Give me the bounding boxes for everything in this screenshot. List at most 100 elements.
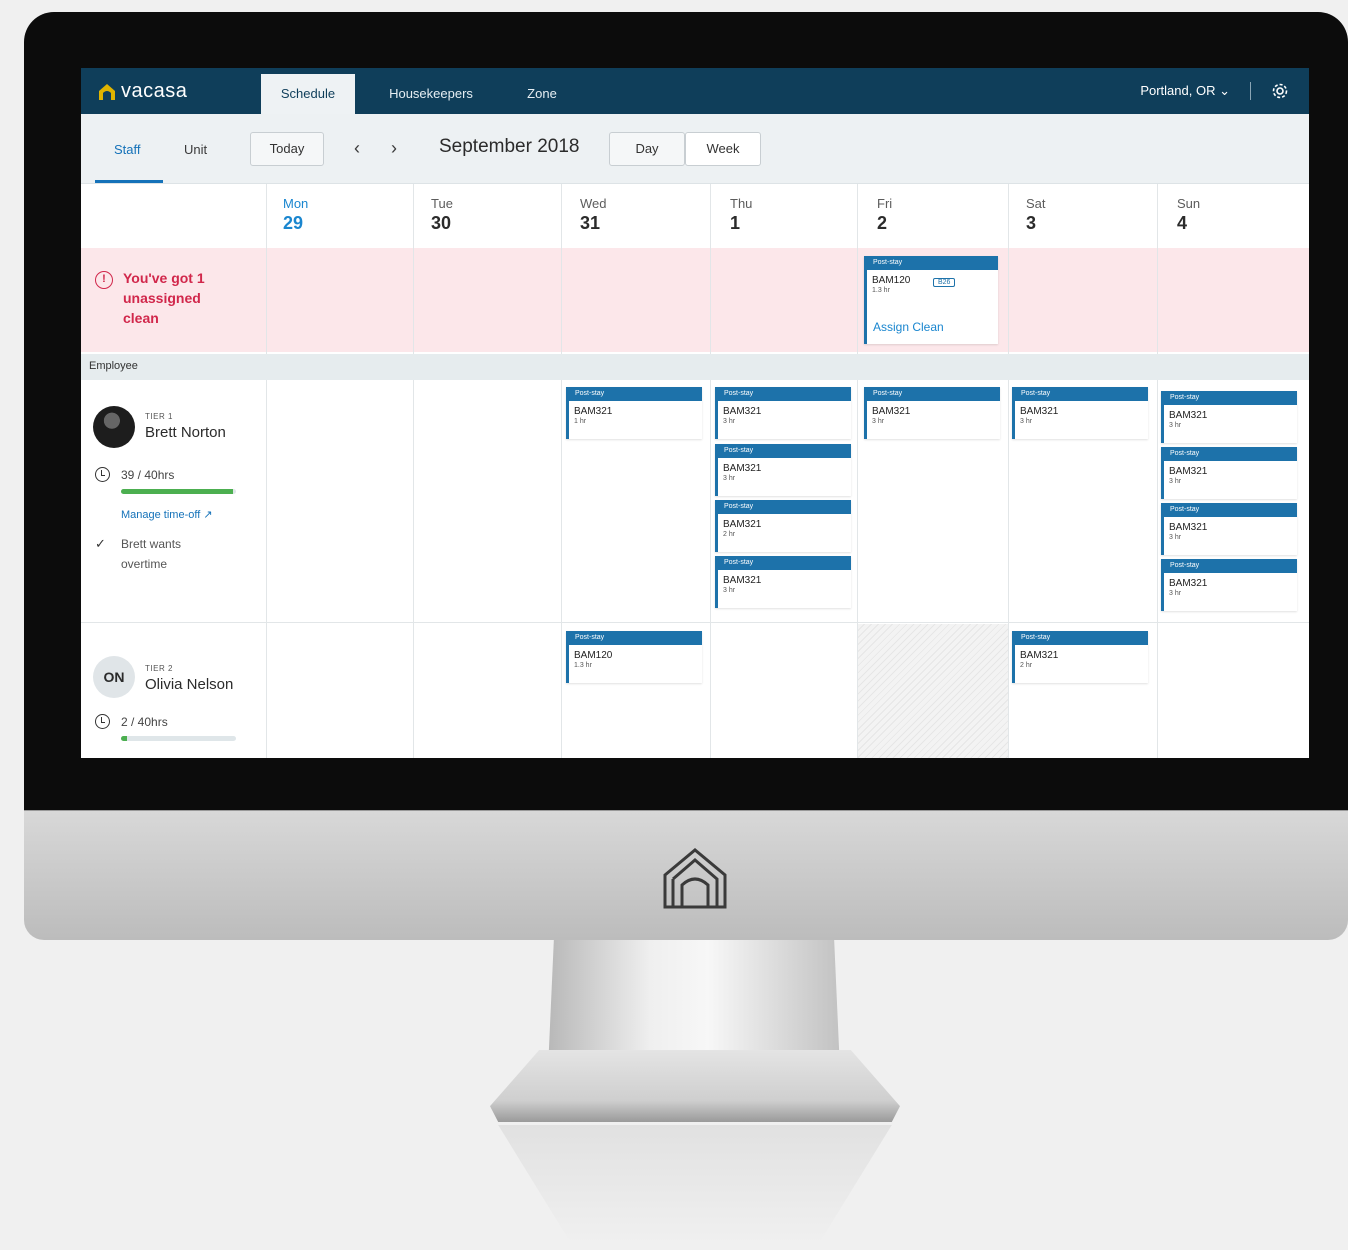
day-name: Thu: [730, 196, 753, 211]
job-card[interactable]: Post-stay BAM321 1 hr: [566, 387, 702, 439]
stand-reflection: [498, 1125, 892, 1245]
day-header-wed[interactable]: Wed 31: [564, 184, 607, 248]
card-unit-code: BAM321: [872, 406, 911, 417]
overtime-note: Brett wants overtime: [121, 537, 182, 571]
alert-icon: !: [95, 271, 113, 289]
vacasa-logo-icon: [99, 83, 115, 100]
clock-icon: [95, 467, 110, 482]
divider: [1250, 82, 1251, 100]
job-card[interactable]: Post-stay BAM321 3 hr: [1161, 503, 1297, 555]
card-header: Post-stay: [718, 556, 851, 570]
card-duration: 3 hr: [1169, 590, 1182, 597]
card-header: Post-stay: [1164, 503, 1297, 517]
gear-icon[interactable]: [1271, 82, 1289, 100]
hours-progress-bar: [121, 736, 236, 741]
job-card[interactable]: Post-stay BAM321 3 hr: [1161, 391, 1297, 443]
schedule-toolbar: Staff Unit Today ‹ › September 2018 Day …: [81, 114, 1309, 184]
brand-name: vacasa: [121, 80, 188, 102]
job-card[interactable]: Post-stay BAM321 3 hr: [1161, 447, 1297, 499]
job-card[interactable]: Post-stay BAM321 2 hr: [1012, 631, 1148, 683]
card-unit-code: BAM321: [574, 406, 613, 417]
card-duration: 1 hr: [574, 418, 587, 425]
manage-time-off-link[interactable]: Manage time-off ↗: [121, 508, 213, 521]
job-card[interactable]: Post-stay BAM321 2 hr: [715, 500, 851, 552]
job-card[interactable]: Post-stay BAM321 3 hr: [1161, 559, 1297, 611]
day-header-sat[interactable]: Sat 3: [1010, 184, 1046, 248]
employee-name[interactable]: Brett Norton: [145, 424, 226, 441]
employee-hours: 39 / 40hrs: [121, 468, 175, 482]
subtab-staff[interactable]: Staff: [114, 142, 141, 157]
card-header: Post-stay: [867, 256, 998, 270]
job-card[interactable]: Post-stay BAM321 3 hr: [715, 444, 851, 496]
card-unit-code: BAM321: [1169, 522, 1208, 533]
chevron-left-icon[interactable]: ‹: [354, 138, 360, 159]
job-card[interactable]: Post-stay BAM321 3 hr: [864, 387, 1000, 439]
day-name: Wed: [580, 196, 607, 211]
card-duration: 2 hr: [723, 531, 736, 538]
card-unit-code: BAM321: [1169, 466, 1208, 477]
employee-name[interactable]: Olivia Nelson: [145, 676, 233, 693]
card-header: Post-stay: [867, 387, 1000, 401]
unassigned-alert-text: You've got 1 unassigned clean: [123, 270, 205, 326]
card-duration: 3 hr: [1169, 422, 1182, 429]
card-duration: 3 hr: [872, 418, 885, 425]
employee-section-label: Employee: [89, 360, 138, 372]
subtab-unit[interactable]: Unit: [184, 142, 207, 157]
job-card[interactable]: Post-stay BAM321 3 hr: [715, 387, 851, 439]
day-number: 4: [1177, 213, 1188, 233]
hours-progress-fill: [121, 736, 127, 741]
card-unit-code: BAM321: [723, 406, 762, 417]
card-duration: 3 hr: [1169, 534, 1182, 541]
job-card[interactable]: Post-stay BAM321 3 hr: [1012, 387, 1148, 439]
check-icon: ✓: [95, 536, 106, 551]
external-link-icon: ↗: [203, 509, 213, 521]
card-header: Post-stay: [718, 444, 851, 458]
hours-progress-bar: [121, 489, 236, 494]
tab-zone[interactable]: Zone: [511, 74, 573, 114]
card-header: Post-stay: [718, 500, 851, 514]
app-logo[interactable]: vacasa: [97, 80, 187, 103]
card-header: Post-stay: [1164, 391, 1297, 405]
avatar[interactable]: [93, 406, 135, 448]
location-selector[interactable]: Portland, OR ⌄: [1140, 83, 1230, 99]
avatar[interactable]: ON: [93, 656, 135, 698]
day-header-sun[interactable]: Sun 4: [1161, 184, 1200, 248]
day-number: 2: [877, 213, 888, 233]
card-duration: 3 hr: [723, 587, 736, 594]
view-week-button[interactable]: Week: [685, 132, 761, 166]
active-subtab-indicator: [95, 180, 163, 183]
card-duration: 3 hr: [1020, 418, 1033, 425]
employee-tier: TIER 2: [145, 664, 173, 673]
job-card[interactable]: Post-stay BAM120 1.3 hr: [566, 631, 702, 683]
tab-schedule[interactable]: Schedule: [261, 74, 355, 114]
location-label: Portland, OR: [1140, 83, 1216, 98]
chevron-down-icon: ⌄: [1219, 83, 1230, 98]
card-duration: 2 hr: [1020, 662, 1033, 669]
tab-housekeepers[interactable]: Housekeepers: [377, 74, 485, 114]
day-header-fri[interactable]: Fri 2: [861, 184, 892, 248]
day-header-thu[interactable]: Thu 1: [714, 184, 752, 248]
employee-tier: TIER 1: [145, 412, 173, 421]
card-header: Post-stay: [718, 387, 851, 401]
card-unit-code: BAM321: [1020, 406, 1059, 417]
day-header-tue[interactable]: Tue 30: [415, 184, 453, 248]
day-header-mon[interactable]: Mon 29: [267, 184, 308, 248]
day-number: 1: [730, 213, 741, 233]
day-number: 29: [283, 213, 304, 233]
today-button[interactable]: Today: [250, 132, 324, 166]
day-name: Mon: [283, 196, 309, 211]
day-name: Sat: [1026, 196, 1046, 211]
card-duration: 1.3 hr: [872, 287, 890, 294]
brand-logo-icon: [663, 848, 727, 909]
chevron-right-icon[interactable]: ›: [391, 138, 397, 159]
job-card[interactable]: Post-stay BAM321 3 hr: [715, 556, 851, 608]
assign-clean-link[interactable]: Assign Clean: [873, 320, 944, 334]
card-header: Post-stay: [1015, 631, 1148, 645]
card-duration: 3 hr: [723, 418, 736, 425]
employee-hours: 2 / 40hrs: [121, 715, 168, 729]
view-day-button[interactable]: Day: [609, 132, 685, 166]
card-badge: B26: [933, 278, 956, 287]
card-header: Post-stay: [569, 631, 702, 645]
day-number: 30: [431, 213, 452, 233]
unassigned-clean-card[interactable]: Post-stay BAM120 1.3 hr B26 Assign Clean: [864, 256, 998, 344]
